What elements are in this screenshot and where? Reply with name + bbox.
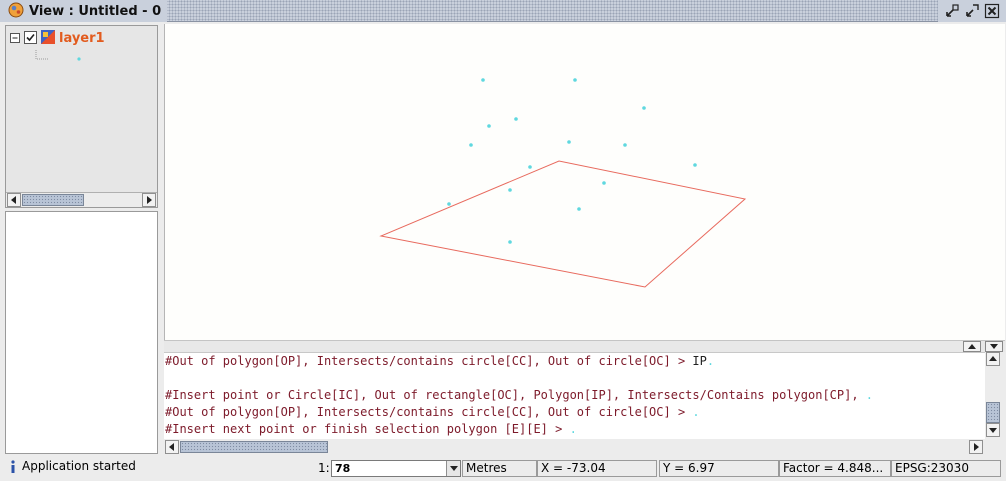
collapse-icon[interactable] xyxy=(10,32,20,46)
point-features[interactable] xyxy=(447,78,697,244)
status-bar: Application started 1: 78 Metres X = -73… xyxy=(0,456,1006,481)
layer-row[interactable]: layer1 xyxy=(10,30,105,47)
window-titlebar: View : Untitled - 0 xyxy=(0,0,1006,22)
console-line: #Insert next point or finish selection p… xyxy=(165,422,577,436)
minimize-icon[interactable] xyxy=(944,3,960,19)
scroll-right-icon[interactable] xyxy=(969,440,983,454)
layer-visibility-checkbox[interactable] xyxy=(24,30,37,47)
point-feature xyxy=(642,106,646,110)
console-output[interactable]: #Out of polygon[OP], Intersects/contains… xyxy=(164,352,985,439)
map-canvas[interactable] xyxy=(164,24,1005,340)
console-horizontal-scrollbar[interactable] xyxy=(164,439,985,455)
scale-value[interactable]: 78 xyxy=(335,462,350,475)
legend-tree xyxy=(35,50,81,61)
point-feature xyxy=(508,240,512,244)
scroll-up-icon[interactable] xyxy=(986,352,1000,366)
console-toolbar xyxy=(164,340,1005,352)
point-feature xyxy=(573,78,577,82)
scale-selector[interactable]: 78 xyxy=(331,460,461,477)
close-icon[interactable] xyxy=(984,3,1000,19)
scroll-down-icon[interactable] xyxy=(986,423,1000,437)
console-hscroll-thumb[interactable] xyxy=(180,441,328,453)
selection-polygon xyxy=(379,160,747,288)
table-of-contents: layer1 xyxy=(5,25,158,208)
console-line: #Insert point or Circle[IC], Out of rect… xyxy=(165,388,874,402)
title-area: View : Untitled - 0 xyxy=(0,0,168,22)
point-feature xyxy=(602,181,606,185)
point-feature xyxy=(693,163,697,167)
console-line: #Out of polygon[OP], Intersects/contains… xyxy=(165,405,700,419)
legend-point-symbol xyxy=(77,57,81,61)
console-line: #Out of polygon[OP], Intersects/contains… xyxy=(165,354,715,368)
scale-prefix: 1: xyxy=(318,461,330,475)
map-graphics[interactable] xyxy=(165,24,1006,340)
y-coordinate: Y = 6.97 xyxy=(659,460,779,477)
locator-map[interactable] xyxy=(5,211,158,454)
console-vscroll-thumb[interactable] xyxy=(986,402,1000,423)
layer-name[interactable]: layer1 xyxy=(59,31,105,46)
point-feature xyxy=(577,207,581,211)
point-feature xyxy=(481,78,485,82)
restore-icon[interactable] xyxy=(964,3,980,19)
layer-icon xyxy=(41,30,55,47)
point-feature xyxy=(487,124,491,128)
scroll-left-icon[interactable] xyxy=(165,440,179,454)
point-feature xyxy=(514,117,518,121)
point-feature xyxy=(567,140,571,144)
scale-factor: Factor = 4.848... xyxy=(779,460,891,477)
status-message: Application started xyxy=(22,459,136,473)
scroll-right-icon[interactable] xyxy=(142,193,156,207)
point-feature xyxy=(508,188,512,192)
console-vertical-scrollbar[interactable] xyxy=(985,352,1001,439)
projection-code: EPSG:23030 xyxy=(891,460,1001,477)
window-controls xyxy=(938,0,1006,22)
point-feature xyxy=(469,143,473,147)
toc-scroll-thumb[interactable] xyxy=(22,194,84,206)
chevron-down-icon[interactable] xyxy=(446,461,460,476)
scroll-left-icon[interactable] xyxy=(7,193,21,207)
x-coordinate: X = -73.04 xyxy=(537,460,657,477)
view-icon xyxy=(8,2,24,21)
toc-horizontal-scrollbar[interactable] xyxy=(6,192,157,207)
window-title: View : Untitled - 0 xyxy=(29,3,162,19)
point-feature xyxy=(623,143,627,147)
point-feature xyxy=(447,202,451,206)
point-feature xyxy=(528,165,532,169)
units-field: Metres xyxy=(462,460,537,477)
info-icon xyxy=(9,460,17,477)
